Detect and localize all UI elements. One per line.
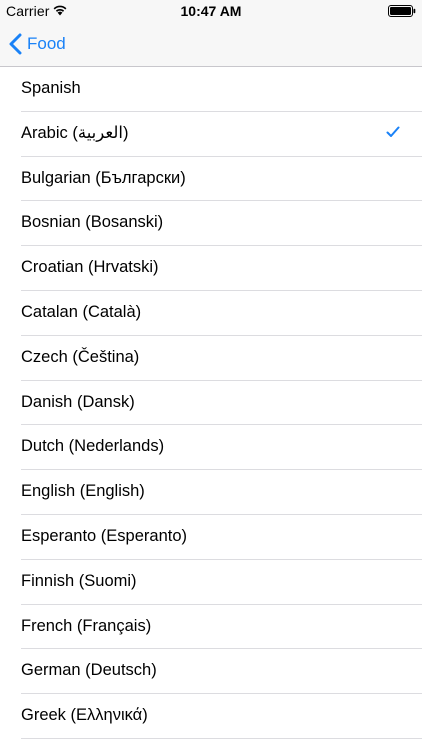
language-row[interactable]: Finnish (Suomi) — [0, 560, 422, 605]
status-time: 10:47 AM — [180, 3, 242, 19]
language-row[interactable]: Catalan (Català) — [0, 291, 422, 336]
language-row[interactable]: Esperanto (Esperanto) — [0, 515, 422, 560]
language-label: Czech (Čeština) — [21, 347, 140, 366]
language-row[interactable]: Greek (Ελληνικά) — [0, 694, 422, 739]
checkmark-icon — [386, 126, 400, 137]
language-list: Spanish Arabic (العربية) Bulgarian (Българ… — [0, 67, 422, 739]
language-label: Greek (Ελληνικά) — [21, 706, 148, 725]
language-label: Arabic (العربية) — [21, 123, 129, 142]
language-row[interactable]: Bosnian (Bosanski) — [0, 201, 422, 247]
language-label: Esperanto (Esperanto) — [21, 526, 188, 545]
language-label: Spanish — [21, 79, 81, 97]
language-row[interactable]: Bulgarian (Български) — [0, 157, 422, 202]
language-label: German (Deutsch) — [21, 661, 157, 680]
language-label: Catalan (Català) — [21, 302, 142, 321]
language-row[interactable]: Arabic (العربية) — [0, 112, 422, 157]
chevron-left-icon — [9, 33, 22, 55]
back-button[interactable]: Food — [8, 22, 66, 66]
language-row[interactable]: Dutch (Nederlands) — [0, 425, 422, 471]
status-bar: Carrier 10:47 AM — [0, 0, 422, 22]
language-row[interactable]: French (Français) — [0, 605, 422, 650]
language-label: Bosnian (Bosanski) — [21, 213, 164, 232]
language-label: Croatian (Hrvatski) — [21, 258, 159, 277]
language-row[interactable]: Spanish — [0, 67, 422, 112]
language-label: English (English) — [21, 482, 145, 501]
row-separator — [21, 737, 422, 739]
language-label: Dutch (Nederlands) — [21, 437, 165, 456]
language-row[interactable]: Croatian (Hrvatski) — [0, 246, 422, 291]
battery-icon — [388, 5, 416, 17]
back-button-label: Food — [27, 34, 66, 53]
language-label: Danish (Dansk) — [21, 392, 135, 411]
language-label: French (Français) — [21, 616, 152, 635]
language-label: Finnish (Suomi) — [21, 571, 137, 590]
language-row[interactable]: Danish (Dansk) — [0, 381, 422, 426]
language-row[interactable]: German (Deutsch) — [0, 649, 422, 695]
language-row[interactable]: English (English) — [0, 470, 422, 515]
language-label: Bulgarian (Български) — [21, 168, 186, 187]
language-row[interactable]: Czech (Čeština) — [0, 336, 422, 381]
navigation-bar: Food — [0, 22, 422, 67]
